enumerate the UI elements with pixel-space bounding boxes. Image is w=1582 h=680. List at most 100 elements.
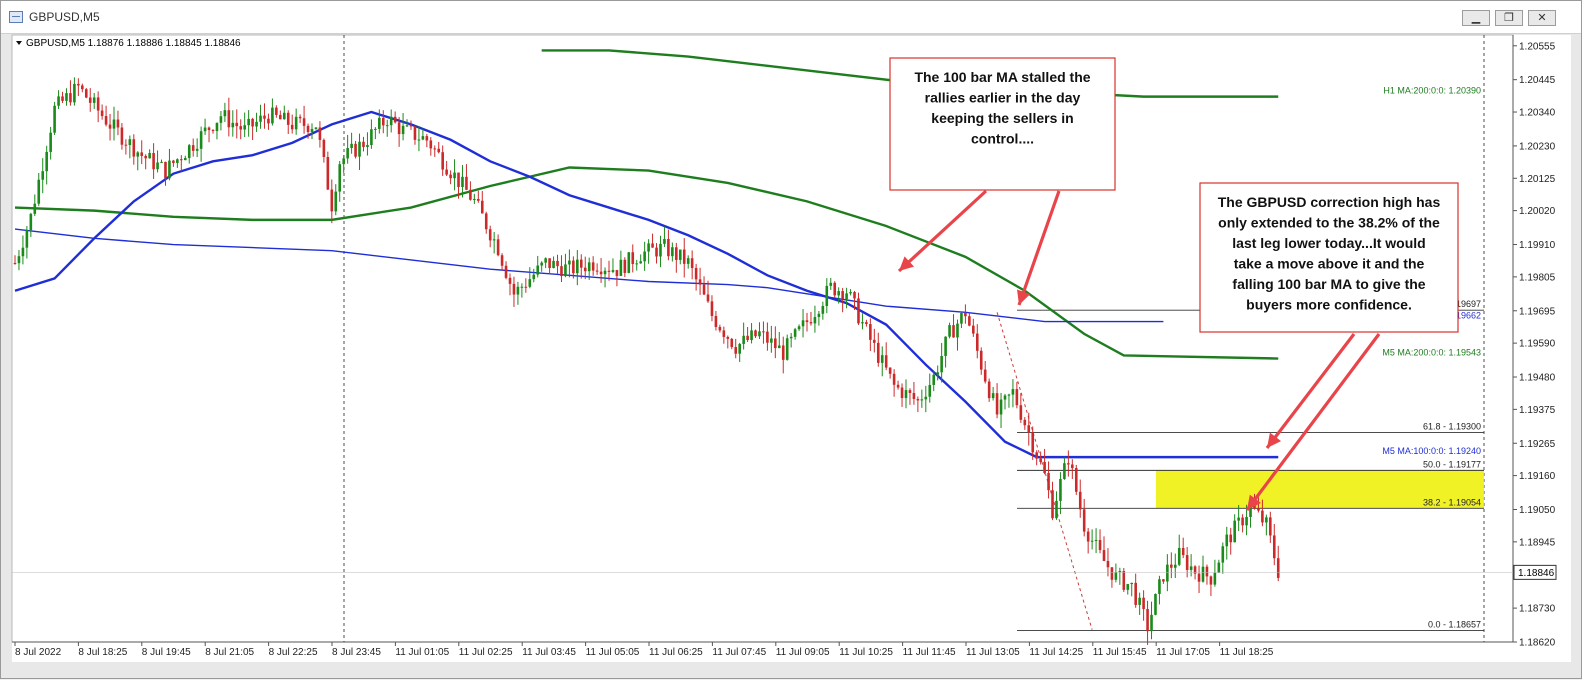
candle-body — [1082, 509, 1086, 532]
y-tick-label: 1.20340 — [1519, 108, 1556, 119]
fib-level-label: 61.8 - 1.19300 — [1423, 421, 1481, 431]
x-tick-label: 11 Jul 06:25 — [649, 647, 703, 658]
candle-body — [576, 259, 579, 274]
candle-body — [690, 258, 694, 268]
candle-body — [346, 148, 349, 159]
candle-body — [1130, 582, 1134, 585]
candle-body — [758, 331, 761, 337]
candle-body — [876, 342, 880, 363]
y-tick-label: 1.18730 — [1519, 604, 1556, 615]
candle-body — [1213, 572, 1217, 585]
candle-body — [271, 107, 274, 124]
candle-body — [1106, 560, 1110, 568]
candle-body — [714, 315, 718, 328]
candle-body — [952, 325, 955, 338]
candle-body — [1074, 468, 1078, 492]
candle-body — [211, 130, 215, 132]
x-tick-label: 11 Jul 01:05 — [395, 647, 449, 658]
candle-body — [750, 330, 753, 341]
candle-body — [437, 148, 441, 153]
candle-body — [849, 292, 852, 294]
fib-level-label: 0.0 - 1.18657 — [1428, 620, 1481, 630]
candle-body — [813, 317, 817, 324]
candle-body — [413, 126, 417, 140]
candle-body — [488, 229, 492, 241]
candle-body — [1229, 534, 1233, 543]
candle-body — [552, 260, 555, 269]
candle-body — [936, 372, 939, 375]
candle-body — [619, 259, 623, 276]
candle-body — [1059, 478, 1062, 501]
candle-body — [453, 172, 456, 179]
candle-body — [1114, 572, 1118, 580]
y-tick-label: 1.19480 — [1519, 373, 1556, 384]
candle-body — [13, 263, 17, 265]
candle-body — [742, 335, 745, 344]
x-tick-label: 11 Jul 15:45 — [1093, 647, 1147, 658]
series-label: M5 MA:200:0:0: 1.19543 — [1382, 348, 1481, 358]
candle-body — [255, 121, 258, 127]
candle-body — [338, 164, 342, 192]
candle-body — [417, 139, 421, 141]
candle-body — [647, 243, 650, 252]
candle-body — [1019, 405, 1023, 420]
y-tick-label: 1.19590 — [1519, 339, 1556, 350]
candle-body — [615, 270, 619, 276]
price-chart[interactable]: 1.20555 1.20445 1.20340 1.20230 1.20125 1.200… — [1, 1, 1581, 680]
candle-body — [203, 127, 207, 132]
candle-body — [57, 96, 60, 106]
candle-body — [1007, 394, 1011, 396]
candle-body — [837, 291, 840, 296]
candle-body — [1051, 490, 1054, 519]
fib-level-label: 50.0 - 1.19177 — [1423, 459, 1481, 469]
candle-body — [532, 274, 536, 280]
candle-body — [449, 174, 452, 179]
y-tick-label: 1.19375 — [1519, 405, 1556, 416]
candle-body — [504, 265, 508, 278]
x-tick-label: 11 Jul 13:05 — [966, 647, 1020, 658]
candle-body — [310, 128, 314, 133]
candle-body — [1142, 597, 1145, 610]
candle-body — [1035, 452, 1038, 459]
candle-body — [682, 249, 686, 264]
candle-body — [1241, 517, 1244, 526]
y-tick-label: 1.20020 — [1519, 206, 1556, 217]
candle-body — [940, 356, 943, 373]
candle-body — [912, 392, 916, 400]
candle-body — [1162, 579, 1165, 582]
candle-body — [1189, 566, 1193, 570]
candle-body — [722, 330, 726, 337]
candle-body — [746, 335, 749, 341]
candle-body — [445, 169, 448, 175]
candle-body — [330, 189, 334, 212]
candle-body — [520, 286, 524, 288]
candle-body — [136, 152, 140, 157]
candle-body — [1185, 555, 1189, 570]
candle-body — [975, 333, 979, 351]
candle-body — [17, 256, 21, 264]
candle-body — [187, 145, 191, 159]
candle-body — [1086, 531, 1090, 542]
candle-body — [686, 258, 690, 264]
candle-body — [829, 282, 833, 286]
candle-body — [132, 139, 136, 157]
candle-body — [643, 251, 646, 262]
candle-body — [334, 191, 338, 212]
candle-body — [1094, 539, 1098, 541]
candle-body — [81, 85, 84, 90]
candle-body — [231, 122, 235, 128]
candle-body — [801, 320, 805, 327]
candle-body — [583, 267, 587, 272]
candle-body — [1027, 425, 1031, 433]
candle-body — [659, 243, 662, 257]
y-tick-label: 1.19265 — [1519, 439, 1556, 450]
candle-body — [484, 213, 488, 230]
candle-body — [45, 151, 48, 172]
candle-body — [1181, 547, 1185, 556]
candle-body — [124, 144, 128, 146]
candle-body — [861, 322, 864, 324]
candle-body — [512, 283, 516, 295]
candle-body — [873, 339, 876, 343]
candle-body — [793, 329, 797, 337]
candle-body — [235, 122, 239, 127]
